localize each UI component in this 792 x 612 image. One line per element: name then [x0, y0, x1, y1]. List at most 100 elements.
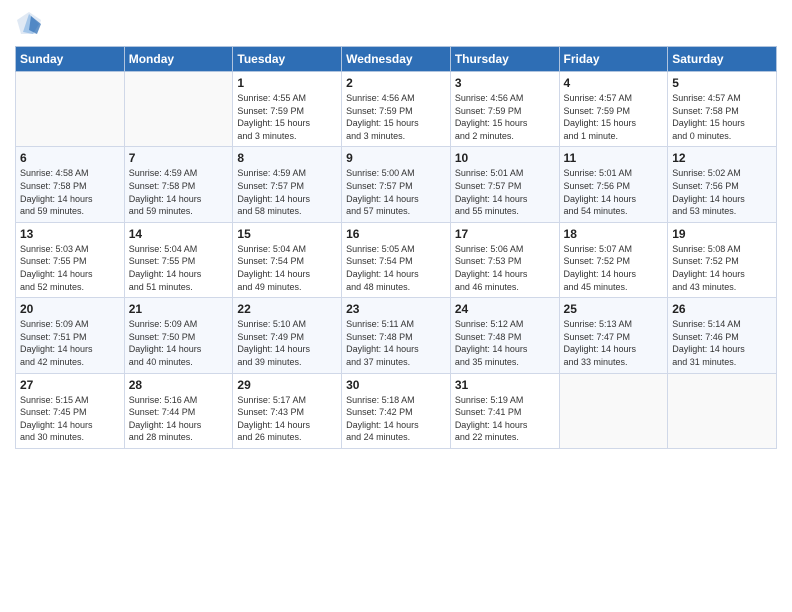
calendar-day-15: 15Sunrise: 5:04 AM Sunset: 7:54 PM Dayli… [233, 222, 342, 297]
logo-icon [15, 10, 43, 38]
calendar-day-29: 29 Sunrise: 5:17 AM Sunset: 7:43 PM Dayli… [233, 373, 342, 448]
calendar-day-21: 21 Sunrise: 5:09 AM Sunset: 7:50 PM Dayli… [124, 298, 233, 373]
calendar-day-27: 27 Sunrise: 5:15 AM Sunset: 7:45 PM Dayli… [16, 373, 125, 448]
day-number: 6 [20, 151, 120, 165]
calendar-day-11: 11 Sunrise: 5:01 AM Sunset: 7:56 PM Dayli… [559, 147, 668, 222]
day-number: 14 [129, 227, 229, 241]
day-number: 9 [346, 151, 446, 165]
day-number: 31 [455, 378, 555, 392]
weekday-header-wednesday: Wednesday [342, 47, 451, 72]
day-info: Sunrise: 5:04 AM Sunset: 7:55 PM Dayligh… [129, 243, 229, 293]
day-info: Sunrise: 5:19 AM Sunset: 7:41 PM Dayligh… [455, 394, 555, 444]
calendar-day-4: 4 Sunrise: 4:57 AM Sunset: 7:59 PM Daylig… [559, 72, 668, 147]
day-number: 2 [346, 76, 446, 90]
weekday-header-monday: Monday [124, 47, 233, 72]
day-number: 19 [672, 227, 772, 241]
day-number: 26 [672, 302, 772, 316]
day-info: Sunrise: 5:10 AM Sunset: 7:49 PM Dayligh… [237, 318, 337, 368]
day-number: 13 [20, 227, 120, 241]
day-info: Sunrise: 5:00 AM Sunset: 7:57 PM Dayligh… [346, 167, 446, 217]
calendar-day-12: 12Sunrise: 5:02 AM Sunset: 7:56 PM Dayli… [668, 147, 777, 222]
day-number: 28 [129, 378, 229, 392]
calendar-table: SundayMondayTuesdayWednesdayThursdayFrid… [15, 46, 777, 449]
day-info: Sunrise: 4:59 AM Sunset: 7:57 PM Dayligh… [237, 167, 337, 217]
calendar-empty-cell [124, 72, 233, 147]
logo [15, 10, 45, 38]
day-info: Sunrise: 5:09 AM Sunset: 7:51 PM Dayligh… [20, 318, 120, 368]
day-info: Sunrise: 5:01 AM Sunset: 7:57 PM Dayligh… [455, 167, 555, 217]
day-info: Sunrise: 5:04 AM Sunset: 7:54 PM Dayligh… [237, 243, 337, 293]
calendar-day-31: 31 Sunrise: 5:19 AM Sunset: 7:41 PM Dayli… [450, 373, 559, 448]
calendar-week-row: 13 Sunrise: 5:03 AM Sunset: 7:55 PM Dayli… [16, 222, 777, 297]
calendar-day-2: 2 Sunrise: 4:56 AM Sunset: 7:59 PM Daylig… [342, 72, 451, 147]
day-info: Sunrise: 4:59 AM Sunset: 7:58 PM Dayligh… [129, 167, 229, 217]
day-info: Sunrise: 5:14 AM Sunset: 7:46 PM Dayligh… [672, 318, 772, 368]
calendar-day-16: 16Sunrise: 5:05 AM Sunset: 7:54 PM Dayli… [342, 222, 451, 297]
day-info: Sunrise: 5:02 AM Sunset: 7:56 PM Dayligh… [672, 167, 772, 217]
calendar-empty-cell [16, 72, 125, 147]
day-info: Sunrise: 5:01 AM Sunset: 7:56 PM Dayligh… [564, 167, 664, 217]
day-info: Sunrise: 5:09 AM Sunset: 7:50 PM Dayligh… [129, 318, 229, 368]
day-number: 4 [564, 76, 664, 90]
calendar-empty-cell [559, 373, 668, 448]
calendar-day-30: 30Sunrise: 5:18 AM Sunset: 7:42 PM Dayli… [342, 373, 451, 448]
day-number: 24 [455, 302, 555, 316]
day-info: Sunrise: 5:18 AM Sunset: 7:42 PM Dayligh… [346, 394, 446, 444]
day-number: 11 [564, 151, 664, 165]
calendar-day-5: 5 Sunrise: 4:57 AM Sunset: 7:58 PM Daylig… [668, 72, 777, 147]
calendar-day-9: 9 Sunrise: 5:00 AM Sunset: 7:57 PM Daylig… [342, 147, 451, 222]
calendar-day-6: 6 Sunrise: 4:58 AM Sunset: 7:58 PM Daylig… [16, 147, 125, 222]
calendar-day-3: 3 Sunrise: 4:56 AM Sunset: 7:59 PM Daylig… [450, 72, 559, 147]
day-number: 27 [20, 378, 120, 392]
day-number: 8 [237, 151, 337, 165]
weekday-header-tuesday: Tuesday [233, 47, 342, 72]
day-number: 18 [564, 227, 664, 241]
day-info: Sunrise: 5:06 AM Sunset: 7:53 PM Dayligh… [455, 243, 555, 293]
day-info: Sunrise: 4:56 AM Sunset: 7:59 PM Dayligh… [455, 92, 555, 142]
calendar-day-22: 22 Sunrise: 5:10 AM Sunset: 7:49 PM Dayli… [233, 298, 342, 373]
calendar-day-1: 1 Sunrise: 4:55 AM Sunset: 7:59 PM Daylig… [233, 72, 342, 147]
calendar-header: SundayMondayTuesdayWednesdayThursdayFrid… [16, 47, 777, 72]
calendar-day-28: 28 Sunrise: 5:16 AM Sunset: 7:44 PM Dayli… [124, 373, 233, 448]
page-container: SundayMondayTuesdayWednesdayThursdayFrid… [0, 0, 792, 459]
calendar-body: 1 Sunrise: 4:55 AM Sunset: 7:59 PM Daylig… [16, 72, 777, 449]
day-number: 5 [672, 76, 772, 90]
day-info: Sunrise: 5:07 AM Sunset: 7:52 PM Dayligh… [564, 243, 664, 293]
day-info: Sunrise: 4:57 AM Sunset: 7:59 PM Dayligh… [564, 92, 664, 142]
calendar-day-14: 14 Sunrise: 5:04 AM Sunset: 7:55 PM Dayli… [124, 222, 233, 297]
day-number: 21 [129, 302, 229, 316]
day-number: 10 [455, 151, 555, 165]
weekday-header-sunday: Sunday [16, 47, 125, 72]
calendar-day-26: 26 Sunrise: 5:14 AM Sunset: 7:46 PM Dayli… [668, 298, 777, 373]
day-number: 22 [237, 302, 337, 316]
weekday-header-saturday: Saturday [668, 47, 777, 72]
day-number: 3 [455, 76, 555, 90]
day-number: 25 [564, 302, 664, 316]
day-info: Sunrise: 5:12 AM Sunset: 7:48 PM Dayligh… [455, 318, 555, 368]
day-info: Sunrise: 4:56 AM Sunset: 7:59 PM Dayligh… [346, 92, 446, 142]
day-number: 29 [237, 378, 337, 392]
calendar-day-10: 10 Sunrise: 5:01 AM Sunset: 7:57 PM Dayli… [450, 147, 559, 222]
day-number: 1 [237, 76, 337, 90]
calendar-week-row: 1 Sunrise: 4:55 AM Sunset: 7:59 PM Daylig… [16, 72, 777, 147]
day-info: Sunrise: 5:13 AM Sunset: 7:47 PM Dayligh… [564, 318, 664, 368]
day-info: Sunrise: 4:55 AM Sunset: 7:59 PM Dayligh… [237, 92, 337, 142]
weekday-header-thursday: Thursday [450, 47, 559, 72]
weekday-header-friday: Friday [559, 47, 668, 72]
day-info: Sunrise: 5:16 AM Sunset: 7:44 PM Dayligh… [129, 394, 229, 444]
calendar-day-8: 8 Sunrise: 4:59 AM Sunset: 7:57 PM Daylig… [233, 147, 342, 222]
day-info: Sunrise: 4:57 AM Sunset: 7:58 PM Dayligh… [672, 92, 772, 142]
day-info: Sunrise: 5:11 AM Sunset: 7:48 PM Dayligh… [346, 318, 446, 368]
day-info: Sunrise: 5:15 AM Sunset: 7:45 PM Dayligh… [20, 394, 120, 444]
calendar-day-17: 17Sunrise: 5:06 AM Sunset: 7:53 PM Dayli… [450, 222, 559, 297]
day-info: Sunrise: 5:17 AM Sunset: 7:43 PM Dayligh… [237, 394, 337, 444]
calendar-day-20: 20Sunrise: 5:09 AM Sunset: 7:51 PM Dayli… [16, 298, 125, 373]
day-info: Sunrise: 5:03 AM Sunset: 7:55 PM Dayligh… [20, 243, 120, 293]
calendar-day-7: 7 Sunrise: 4:59 AM Sunset: 7:58 PM Daylig… [124, 147, 233, 222]
calendar-week-row: 27 Sunrise: 5:15 AM Sunset: 7:45 PM Dayli… [16, 373, 777, 448]
calendar-day-24: 24 Sunrise: 5:12 AM Sunset: 7:48 PM Dayli… [450, 298, 559, 373]
day-number: 16 [346, 227, 446, 241]
day-number: 7 [129, 151, 229, 165]
day-info: Sunrise: 4:58 AM Sunset: 7:58 PM Dayligh… [20, 167, 120, 217]
day-info: Sunrise: 5:08 AM Sunset: 7:52 PM Dayligh… [672, 243, 772, 293]
